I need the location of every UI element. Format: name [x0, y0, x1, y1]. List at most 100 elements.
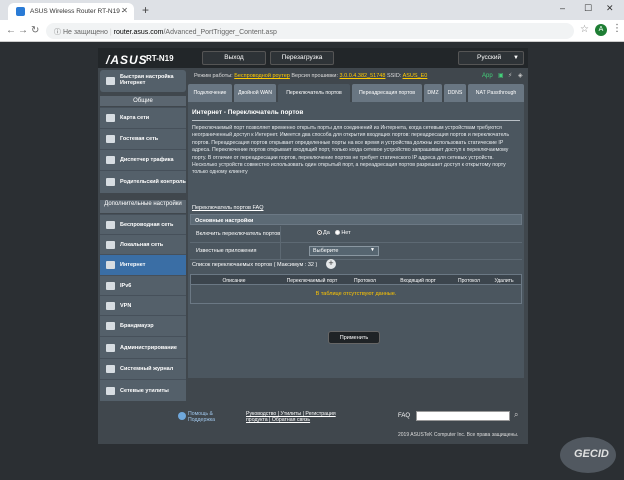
- browser-menu-icon[interactable]: ⋮: [612, 23, 622, 34]
- mode-label: Режим работы:: [194, 73, 233, 79]
- settings-panel: Интернет - Переключатель портов Переключ…: [188, 102, 524, 378]
- sidebar-item-ipv6[interactable]: IPv6: [100, 275, 186, 295]
- faq-search-input[interactable]: [416, 411, 510, 421]
- faq-link[interactable]: Переключатель портов FAQ: [192, 205, 264, 211]
- tab-port-trigger[interactable]: Переключатель портов: [278, 84, 350, 102]
- sidebar-item-administration[interactable]: Администрирование: [100, 336, 186, 358]
- search-icon[interactable]: ⌕: [514, 410, 518, 420]
- tab-dmz[interactable]: DMZ: [424, 84, 442, 102]
- favicon-icon: [16, 7, 25, 16]
- browser-tab[interactable]: ASUS Wireless Router RT-N19 - ✕: [8, 3, 134, 20]
- sidebar-item-label: Системный журнал: [120, 366, 174, 372]
- sidebar-item-vpn[interactable]: VPN: [100, 295, 186, 315]
- network-icon[interactable]: ◈: [518, 70, 523, 82]
- sidebar-item-label: Интернет: [120, 262, 146, 268]
- help-support-link[interactable]: Помощь & Поддержка: [188, 411, 238, 423]
- column-header: Протокол: [354, 278, 376, 284]
- footer-links[interactable]: Руководство | Утилиты | Регистрация прод…: [246, 411, 356, 423]
- sidebar-item-label: VPN: [120, 302, 132, 309]
- parental-control-icon: [106, 178, 115, 186]
- apply-button[interactable]: Применить: [328, 331, 380, 344]
- sidebar-item-network-tools[interactable]: Сетевые утилиты: [100, 379, 186, 401]
- known-apps-label: Известные приложения: [196, 248, 257, 254]
- divider: [192, 120, 520, 121]
- tab-nat-passthrough[interactable]: NAT Passthrough: [468, 84, 524, 102]
- page-background: /ASUS RT-N19 Выход Перезагрузка Русский ▼…: [0, 42, 624, 480]
- column-header: Удалить: [494, 278, 514, 284]
- profile-avatar[interactable]: A: [595, 24, 607, 36]
- wireless-icon: [106, 220, 115, 229]
- wizard-icon: [106, 77, 115, 85]
- tab-close-icon[interactable]: ✕: [121, 6, 128, 15]
- tab-ddns[interactable]: DDNS: [444, 84, 466, 102]
- description-text: Переключаемый порт позволяет временно от…: [192, 125, 510, 176]
- url-host: router.asus.com: [113, 29, 164, 36]
- help-icon: [178, 412, 186, 420]
- url-input[interactable]: ⓘ Не защищено | router.asus.com/Advanced…: [46, 23, 574, 39]
- known-apps-row: Известные приложения Выберите ▼: [190, 243, 522, 260]
- radio-no-label: Нет: [341, 230, 351, 236]
- usb-icon[interactable]: ⚡: [508, 70, 512, 82]
- select-value: Выберите: [313, 248, 339, 254]
- sidebar-item-system-log[interactable]: Системный журнал: [100, 358, 186, 379]
- network-tools-icon: [106, 386, 115, 395]
- lan-icon: [106, 240, 115, 249]
- empty-table-message: В таблице отсутствуют данные.: [190, 285, 522, 304]
- column-header: Входящий порт: [400, 278, 436, 284]
- logout-button[interactable]: Выход: [202, 51, 266, 65]
- tab-connection[interactable]: Подключение: [188, 84, 232, 102]
- forward-icon[interactable]: →: [18, 25, 28, 36]
- sidebar-item-traffic-manager[interactable]: Диспетчер трафика: [100, 149, 186, 170]
- copyright: 2019 ASUSTeK Computer Inc. Все права защ…: [398, 432, 519, 438]
- bookmark-star-icon[interactable]: ☆: [580, 24, 589, 35]
- footer: Помощь & Поддержка Руководство | Утилиты…: [178, 410, 524, 424]
- table-header: Описание Переключаемый порт Протокол Вхо…: [190, 274, 522, 285]
- mode-link[interactable]: Беспроводной роутер: [234, 73, 290, 79]
- app-label[interactable]: App: [482, 70, 493, 82]
- radio-yes[interactable]: [317, 230, 322, 236]
- sidebar-item-internet[interactable]: Интернет: [100, 254, 186, 275]
- section-advanced: Дополнительные настройки: [100, 200, 186, 213]
- new-tab-button[interactable]: +: [142, 3, 149, 17]
- sidebar-item-firewall[interactable]: Брандмауэр: [100, 315, 186, 336]
- language-select[interactable]: Русский ▼: [458, 51, 524, 65]
- known-apps-select[interactable]: Выберите ▼: [309, 246, 379, 256]
- close-window-button[interactable]: ✕: [606, 3, 614, 14]
- sidebar-item-parental-control[interactable]: Родительский контроль: [100, 170, 186, 193]
- list-label: Список переключаемых портов ( Максимум :…: [192, 262, 318, 268]
- radio-yes-label: Да: [323, 230, 330, 236]
- sidebar-item-label: Гостевая сеть: [120, 136, 159, 142]
- back-icon[interactable]: ←: [6, 25, 16, 36]
- tab-bar: Подключение Двойной WAN Переключатель по…: [188, 84, 524, 102]
- reboot-button[interactable]: Перезагрузка: [270, 51, 334, 65]
- reload-icon[interactable]: ↻: [31, 25, 39, 36]
- sidebar-item-guest-network[interactable]: Гостевая сеть: [100, 128, 186, 149]
- tab-port-forwarding[interactable]: Переадресация портов: [352, 84, 422, 102]
- language-value: Русский: [477, 54, 502, 61]
- sidebar-item-label: IPv6: [120, 282, 132, 289]
- sidebar-item-wireless[interactable]: Беспроводная сеть: [100, 214, 186, 234]
- watermark-logo: GECID: [560, 437, 616, 473]
- sidebar-item-network-map[interactable]: Карта сети: [100, 107, 186, 128]
- maximize-button[interactable]: ☐: [584, 3, 592, 14]
- sidebar-item-label: Родительский контроль: [120, 179, 186, 185]
- minimize-button[interactable]: –: [560, 3, 565, 13]
- security-warning[interactable]: ⓘ Не защищено: [54, 29, 108, 36]
- app-icon[interactable]: ▣: [498, 70, 504, 82]
- faq-label: FAQ: [398, 413, 411, 419]
- sidebar-item-label: Брандмауэр: [120, 323, 154, 329]
- ssid-link[interactable]: ASUS_E0: [403, 73, 428, 79]
- main-content: Подключение Двойной WAN Переключатель по…: [188, 84, 524, 394]
- guest-network-icon: [106, 135, 115, 143]
- column-header: Описание: [222, 278, 246, 284]
- tab-dual-wan[interactable]: Двойной WAN: [234, 84, 276, 102]
- sidebar-quick-setup[interactable]: Быстрая настройка Интернет: [100, 70, 186, 92]
- enable-radio-group: Да Нет: [280, 226, 522, 242]
- enable-label: Включить переключатель портов: [196, 231, 281, 237]
- add-rule-button[interactable]: +: [326, 259, 336, 269]
- sidebar-item-lan[interactable]: Локальная сеть: [100, 234, 186, 254]
- asus-logo: /ASUS: [106, 53, 148, 67]
- fw-link[interactable]: 3.0.0.4.382_51748: [340, 73, 386, 79]
- radio-no[interactable]: [335, 230, 341, 236]
- browser-tabbar: ASUS Wireless Router RT-N19 - ✕ + – ☐ ✕: [0, 0, 624, 20]
